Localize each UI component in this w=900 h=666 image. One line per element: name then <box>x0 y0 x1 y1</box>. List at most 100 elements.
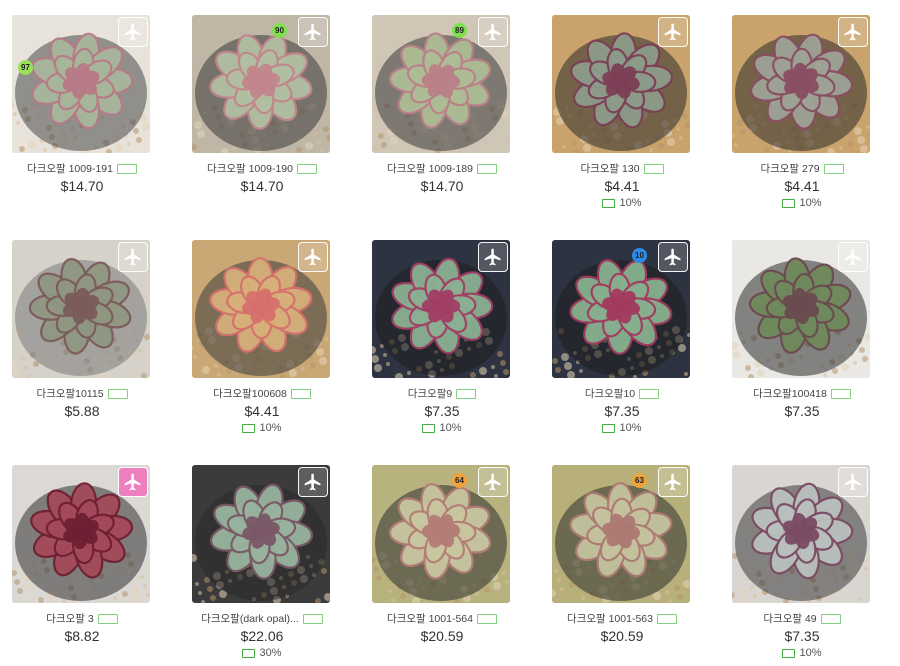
gravel <box>857 136 865 144</box>
gravel <box>378 133 384 139</box>
product-thumbnail[interactable] <box>192 465 330 603</box>
gravel <box>484 587 490 593</box>
rosette-center <box>794 74 808 88</box>
product-name[interactable]: 다크오팔 1009-191 <box>27 161 113 176</box>
product-thumbnail[interactable]: 64 <box>372 465 510 603</box>
airplane-icon[interactable] <box>838 242 868 272</box>
gravel <box>740 129 746 135</box>
product-card[interactable]: 97 다크오팔 1009-191 $14.70 <box>12 15 152 194</box>
product-thumbnail[interactable] <box>12 240 150 378</box>
product-price: $7.35 <box>424 403 460 419</box>
gravel <box>491 365 495 369</box>
tag-badge <box>97 613 118 624</box>
airplane-icon[interactable] <box>298 17 328 47</box>
product-card[interactable]: 다크오팔100418 $7.35 <box>732 240 872 419</box>
gravel <box>400 593 406 599</box>
product-name[interactable]: 다크오팔 130 <box>580 161 639 176</box>
product-name[interactable]: 다크오팔 1009-189 <box>387 161 473 176</box>
tag-badge <box>290 388 311 399</box>
gravel <box>24 366 28 370</box>
airplane-icon[interactable] <box>478 242 508 272</box>
product-name[interactable]: 다크오팔 1001-563 <box>567 611 653 626</box>
product-card[interactable]: 다크오팔9 $7.35 10% <box>372 240 512 434</box>
airplane-icon[interactable] <box>658 242 688 272</box>
product-name[interactable]: 다크오팔 3 <box>46 611 93 626</box>
product-card[interactable]: 다크오팔 130 $4.41 10% <box>552 15 692 209</box>
gravel <box>500 360 506 366</box>
product-name[interactable]: 다크오팔100608 <box>213 386 287 401</box>
product-thumbnail[interactable]: 97 <box>12 15 150 153</box>
product-price: $20.59 <box>600 628 644 644</box>
airplane-icon[interactable] <box>298 242 328 272</box>
product-card[interactable]: 다크오팔(dark opal)... $22.06 30% <box>192 465 332 659</box>
product-card[interactable]: 다크오팔 49 $7.35 10% <box>732 465 872 659</box>
gravel <box>316 348 324 356</box>
product-thumbnail[interactable] <box>12 465 150 603</box>
discount-percent: 10% <box>619 197 642 209</box>
gravel <box>858 597 862 601</box>
tag-badge <box>476 163 497 174</box>
gravel <box>676 127 680 131</box>
gravel <box>866 125 870 129</box>
gravel <box>665 590 669 594</box>
product-card[interactable]: 64 다크오팔 1001-564 $20.59 <box>372 465 512 644</box>
product-card[interactable]: 63 다크오팔 1001-563 $20.59 <box>552 465 692 644</box>
gravel <box>383 353 387 357</box>
gravel <box>564 362 572 370</box>
product-price: $8.82 <box>64 628 100 644</box>
airplane-icon[interactable] <box>118 242 148 272</box>
rosette-center <box>254 74 268 88</box>
product-name[interactable]: 다크오팔 1009-190 <box>207 161 293 176</box>
product-thumbnail[interactable] <box>732 240 870 378</box>
product-thumbnail[interactable]: 63 <box>552 465 690 603</box>
product-thumbnail[interactable]: 89 <box>372 15 510 153</box>
gravel <box>674 585 680 591</box>
product-thumbnail[interactable] <box>552 15 690 153</box>
product-thumbnail[interactable]: 10 <box>552 240 690 378</box>
tag-badge <box>456 388 477 399</box>
product-thumbnail[interactable] <box>372 240 510 378</box>
airplane-icon[interactable] <box>298 467 328 497</box>
product-card[interactable]: 다크오팔10115 $5.88 <box>12 240 152 419</box>
product-name[interactable]: 다크오팔10 <box>585 386 635 401</box>
product-name[interactable]: 다크오팔 49 <box>763 611 816 626</box>
product-name[interactable]: 다크오팔100418 <box>753 386 827 401</box>
product-price: $14.70 <box>60 178 104 194</box>
gravel <box>194 121 202 129</box>
airplane-icon[interactable] <box>658 17 688 47</box>
airplane-icon[interactable] <box>658 467 688 497</box>
product-name[interactable]: 다크오팔(dark opal)... <box>201 611 299 626</box>
number-tag: 89 <box>452 23 467 38</box>
product-card[interactable]: 90 다크오팔 1009-190 $14.70 <box>192 15 332 194</box>
product-name[interactable]: 다크오팔 1001-564 <box>387 611 473 626</box>
gravel <box>374 364 382 372</box>
product-card[interactable]: 다크오팔 3 $8.82 <box>12 465 152 644</box>
product-name-row: 다크오팔 3 <box>12 611 152 626</box>
product-card[interactable]: 89 다크오팔 1009-189 $14.70 <box>372 15 512 194</box>
airplane-icon[interactable] <box>118 467 148 497</box>
product-card[interactable]: 10 다크오팔10 $7.35 10% <box>552 240 692 434</box>
number-tag: 63 <box>632 473 647 488</box>
gravel <box>738 587 746 595</box>
airplane-icon[interactable] <box>118 17 148 47</box>
product-name[interactable]: 다크오팔10115 <box>36 386 103 401</box>
tag-badge <box>116 163 137 174</box>
airplane-icon[interactable] <box>838 17 868 47</box>
airplane-icon[interactable] <box>838 467 868 497</box>
gravel <box>407 371 411 375</box>
rosette-center <box>614 299 628 313</box>
product-name-row: 다크오팔9 <box>372 386 512 401</box>
product-name[interactable]: 다크오팔9 <box>408 386 452 401</box>
gravel <box>505 580 509 584</box>
airplane-icon[interactable] <box>478 17 508 47</box>
product-card[interactable]: 다크오팔100608 $4.41 10% <box>192 240 332 434</box>
product-thumbnail[interactable]: 90 <box>192 15 330 153</box>
gravel <box>28 141 36 149</box>
product-card[interactable]: 다크오팔 279 $4.41 10% <box>732 15 872 209</box>
product-thumbnail[interactable] <box>732 15 870 153</box>
product-thumbnail[interactable] <box>192 240 330 378</box>
product-name[interactable]: 다크오팔 279 <box>760 161 819 176</box>
gravel <box>503 369 509 375</box>
airplane-icon[interactable] <box>478 467 508 497</box>
product-thumbnail[interactable] <box>732 465 870 603</box>
